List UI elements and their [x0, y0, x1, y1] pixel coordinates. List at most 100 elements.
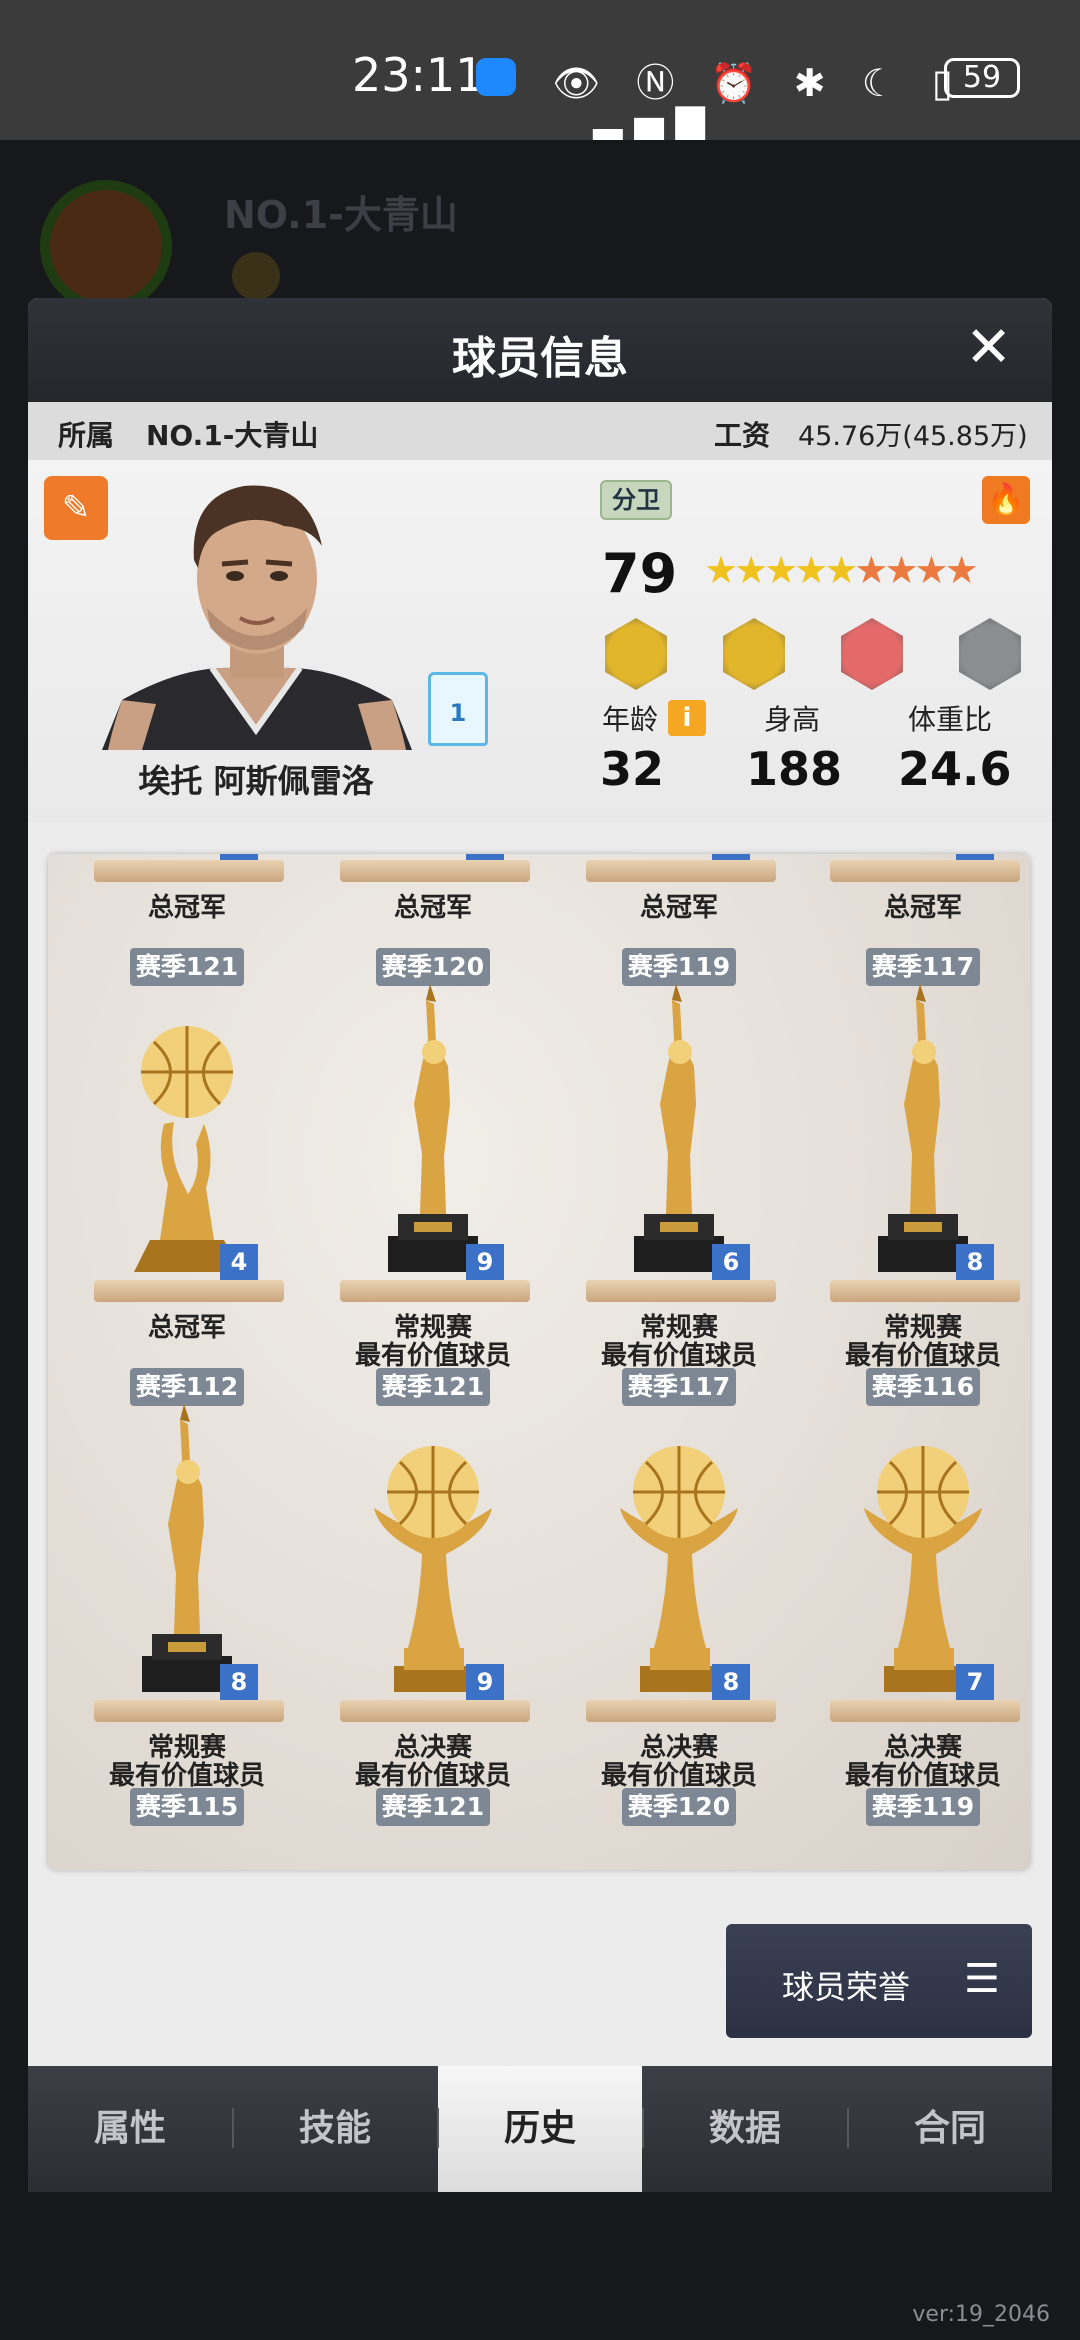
- star-gold-icon: ★: [734, 548, 768, 592]
- trophy-name: 总决赛 最有价值球员: [354, 1733, 511, 1791]
- trophy-count-badge: 8: [956, 1244, 994, 1280]
- battery-icon: 59: [944, 58, 1020, 98]
- hand-badge-icon[interactable]: [841, 618, 903, 690]
- trophy-name: 总冠军: [147, 893, 226, 923]
- trophy-name: 常规赛 最有价值球员: [354, 1313, 511, 1371]
- star-rating: ★★★★★★★★★: [704, 548, 979, 592]
- trophy-season: 赛季120: [622, 1788, 736, 1826]
- trophy-item[interactable]: 7 总冠军赛季119: [556, 854, 802, 986]
- trophy-name: 常规赛 最有价值球员: [844, 1313, 1001, 1371]
- star-orange-icon: ★: [914, 548, 949, 592]
- trophy-item[interactable]: 8 常规赛 最有价值球员 赛季116: [800, 984, 1030, 1406]
- trophy-season: 赛季121: [130, 948, 244, 986]
- tab-divider: [437, 2108, 439, 2148]
- trophy-season: 赛季120: [376, 948, 490, 986]
- team-logo-icon: [40, 180, 172, 312]
- trophy-pedestal: [586, 860, 776, 882]
- trophy-item[interactable]: 9 总冠军赛季121: [64, 854, 310, 986]
- salary-label: 工资: [714, 419, 771, 452]
- trophy-count-badge: 8: [466, 854, 504, 860]
- trophy-pedestal: [340, 1700, 530, 1722]
- trophy-name: 总冠军: [883, 893, 962, 923]
- trophy-count-badge: 9: [220, 854, 258, 860]
- bmi-value: 24.6: [898, 742, 1012, 796]
- trophy-pedestal: [340, 1280, 530, 1302]
- bottom-tabs: 属性 技能 历史 数据 合同: [28, 2066, 1052, 2192]
- trophy-item[interactable]: 6 总冠军赛季117: [800, 854, 1030, 986]
- trophy-name: 常规赛 最有价值球员: [600, 1313, 757, 1371]
- info-icon[interactable]: i: [668, 700, 706, 736]
- tab-contract[interactable]: 合同: [848, 2066, 1052, 2192]
- tab-history[interactable]: 历史: [438, 2066, 642, 2192]
- trophy-count-badge: 7: [712, 854, 750, 860]
- edit-player-icon[interactable]: ✎: [44, 476, 108, 540]
- status-bar: 23:11 👁 Ⓝ ⏰ ✱ ☾ ▯ ▂▄▆█ 59: [0, 0, 1080, 151]
- team-name: NO.1-大青山: [146, 419, 319, 452]
- trophy-name: 常规赛 最有价值球员: [108, 1733, 265, 1791]
- player-badge-icon[interactable]: [605, 618, 667, 690]
- player-honors-label: 球员荣誉: [782, 1968, 911, 2006]
- trophy-count-badge: 7: [956, 1664, 994, 1700]
- team-label: 所属: [58, 419, 115, 452]
- trophy-name: 总决赛 最有价值球员: [600, 1733, 757, 1791]
- version-label: ver:19_2046: [912, 2302, 1050, 2327]
- trophy-name: 总冠军: [147, 1313, 226, 1343]
- tab-stats[interactable]: 数据: [643, 2066, 847, 2192]
- trophy-name: 总冠军: [639, 893, 718, 923]
- chat-notification-icon: [476, 58, 516, 96]
- trophy-pedestal: [830, 860, 1020, 882]
- trophy-season: 赛季112: [130, 1368, 244, 1406]
- star-orange-icon: ★: [884, 548, 918, 592]
- modal-title: 球员信息: [452, 333, 628, 384]
- trophy-count-badge: 6: [712, 1244, 750, 1280]
- fire-icon[interactable]: 🔥: [982, 476, 1030, 524]
- player-name: 埃托 阿斯佩雷洛: [138, 762, 374, 800]
- menu-icon: ☰: [964, 1956, 1000, 2002]
- bmi-label: 体重比: [908, 703, 993, 736]
- height-label: 身高: [764, 703, 821, 736]
- position-badge: 分卫: [600, 480, 672, 520]
- trophy-item[interactable]: 8 总决赛 最有价值球员 赛季120: [556, 1404, 802, 1826]
- trophy-item[interactable]: 4 总冠军 赛季112: [64, 984, 310, 1406]
- modal-header: 球员信息 ✕: [28, 298, 1052, 402]
- trophy-pedestal: [94, 860, 284, 882]
- star-orange-icon: ★: [944, 548, 979, 592]
- tab-divider: [642, 2108, 644, 2148]
- trophy-count-badge: 8: [712, 1664, 750, 1700]
- lightning-badge-icon[interactable]: [723, 618, 785, 690]
- trophy-count-badge: 6: [956, 854, 994, 860]
- trophy-name: 总决赛 最有价值球员: [844, 1733, 1001, 1791]
- trophy-shelf[interactable]: 9总冠军赛季1218总冠军赛季1207总冠军赛季1196总冠军赛季1174总冠军…: [48, 854, 1030, 1870]
- trophy-pedestal: [340, 860, 530, 882]
- background-team-name: NO.1-大青山: [224, 193, 458, 237]
- coin-icon: [232, 252, 280, 300]
- age-value: 32: [600, 742, 665, 796]
- star-gold-icon: ★: [764, 548, 798, 592]
- locked-badge-icon[interactable]: [959, 618, 1021, 690]
- tab-divider: [847, 2108, 849, 2148]
- player-rating: 79: [602, 542, 678, 605]
- age-label: 年龄: [602, 703, 659, 736]
- trophy-item[interactable]: 9 总决赛 最有价值球员 赛季121: [310, 1404, 556, 1826]
- close-icon[interactable]: ✕: [965, 318, 1012, 378]
- salary-value: 45.76万(45.85万): [798, 421, 1028, 452]
- height-value: 188: [746, 742, 843, 796]
- trophy-count-badge: 9: [466, 1664, 504, 1700]
- player-info-modal: 球员信息 ✕ 所属 NO.1-大青山 工资 45.76万(45.85万) ✎ 1…: [28, 298, 1052, 2192]
- trophy-item[interactable]: 9 常规赛 最有价值球员 赛季121: [310, 984, 556, 1406]
- team-salary-row: 所属 NO.1-大青山 工资 45.76万(45.85万): [28, 402, 1052, 460]
- trophy-season: 赛季116: [866, 1368, 980, 1406]
- trophy-item[interactable]: 7 总决赛 最有价值球员 赛季119: [800, 1404, 1030, 1826]
- trophy-season: 赛季119: [866, 1788, 980, 1826]
- trophy-season: 赛季121: [376, 1788, 490, 1826]
- player-honors-button[interactable]: 球员荣誉 ☰: [726, 1924, 1032, 2038]
- trophy-item[interactable]: 8 常规赛 最有价值球员 赛季115: [64, 1404, 310, 1826]
- tab-attributes[interactable]: 属性: [28, 2066, 232, 2192]
- tab-skills[interactable]: 技能: [233, 2066, 437, 2192]
- star-gold-icon: ★: [794, 548, 828, 592]
- trophy-pedestal: [830, 1700, 1020, 1722]
- trophy-item[interactable]: 6 常规赛 最有价值球员 赛季117: [556, 984, 802, 1406]
- trophy-pedestal: [586, 1280, 776, 1302]
- trophy-item[interactable]: 8 总冠军赛季120: [310, 854, 556, 986]
- trophy-season: 赛季115: [130, 1788, 244, 1826]
